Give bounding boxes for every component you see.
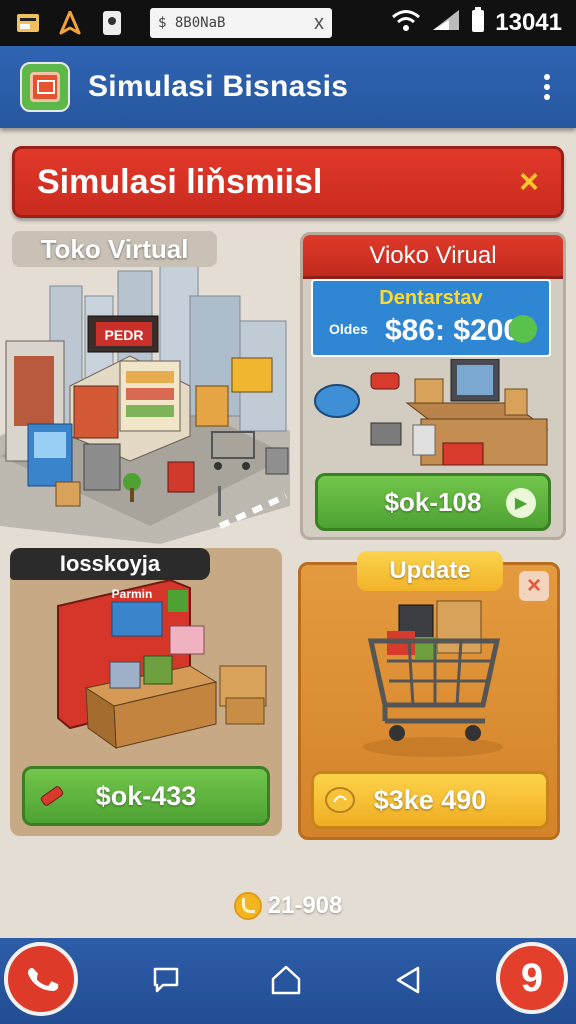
store-buy-button[interactable]: $ok-433 [22, 766, 270, 826]
wifi-icon [391, 8, 421, 39]
card-icon [14, 9, 42, 37]
store-sign-text: Parmin [112, 587, 153, 601]
update-buy-label: $3ke 490 [373, 784, 487, 815]
shop-card-header: Vioko Virual [303, 235, 563, 279]
play-arrow-icon: ▶ [506, 488, 536, 518]
store-card[interactable]: Iosskoyja Parmin $ok-433 [10, 548, 282, 836]
update-buy-button[interactable]: $3ke 490 [311, 771, 549, 829]
coin-balance-value: 21-908 [267, 892, 343, 919]
coin-icon [324, 784, 356, 823]
update-card[interactable]: Update × $3ke 490 [298, 551, 560, 840]
status-bar: $ 8B0NaB x 13041 [0, 0, 576, 46]
shopping-cart-illustration [363, 600, 503, 757]
shop-stats-sublabel: Oldes [329, 321, 368, 337]
app-logo-icon [20, 62, 70, 112]
badge-nine-button[interactable]: 9 [496, 942, 568, 1014]
coin-balance: 21-908 [0, 890, 576, 922]
ticket-icon [37, 781, 67, 818]
clock-time: 13041 [495, 9, 562, 36]
shop-stats-value: $86: $200 [385, 314, 521, 347]
shop-stats-panel: Dentarstav Oldes $86: $200 [311, 279, 551, 357]
app-title: Simulasi Bisnasis [88, 70, 349, 103]
search-field[interactable]: $ 8B0NaB x [150, 8, 332, 38]
coin-balance-icon [233, 892, 262, 920]
clear-search-icon[interactable]: x [314, 12, 324, 35]
store-card-label: Iosskoyja [10, 548, 210, 580]
home-icon [271, 965, 301, 995]
back-button[interactable] [388, 960, 428, 1000]
city-card-label: Toko Virtual [12, 231, 217, 267]
app-bar: Simulasi Bisnasis [0, 46, 576, 128]
city-store-sign: PEDR [105, 327, 144, 343]
virtual-shop-card[interactable]: Vioko Virual Dentarstav Oldes $86: $200 … [300, 232, 566, 540]
search-text: $ 8B0NaB [158, 15, 226, 31]
shop-buy-label: $ok-108 [384, 486, 482, 517]
update-tab: Update [357, 551, 503, 591]
rocket-icon [56, 9, 84, 37]
city-illustration: PEDR [0, 265, 290, 544]
update-close-button[interactable]: × [519, 571, 549, 601]
shop-stats-label: Dentarstav [379, 287, 483, 309]
home-button[interactable] [266, 960, 306, 1000]
recent-apps-button[interactable] [146, 960, 186, 1000]
phone-button[interactable] [4, 942, 78, 1016]
store-stall-illustration: Parmin [57, 578, 267, 750]
virtual-city-card[interactable]: PEDR Toko Virtual [0, 226, 290, 544]
navigation-bar: 9 [0, 938, 576, 1024]
banner-close-button[interactable]: × [519, 163, 539, 202]
shop-interior-illustration [314, 359, 549, 466]
battery-icon [471, 6, 485, 40]
location-icon [98, 9, 126, 37]
shop-buy-button[interactable]: $ok-108 ▶ [315, 473, 551, 531]
back-triangle-icon [396, 966, 420, 994]
status-dot-icon [509, 315, 537, 343]
phone-icon [27, 968, 59, 992]
chat-icon [153, 967, 179, 993]
banner-title: Simulasi liňsmiisl [37, 162, 323, 201]
signal-icon [431, 8, 461, 39]
overflow-menu-icon[interactable] [538, 68, 556, 106]
title-banner: Simulasi liňsmiisl × [12, 146, 564, 218]
store-buy-label: $ok-433 [95, 780, 197, 811]
